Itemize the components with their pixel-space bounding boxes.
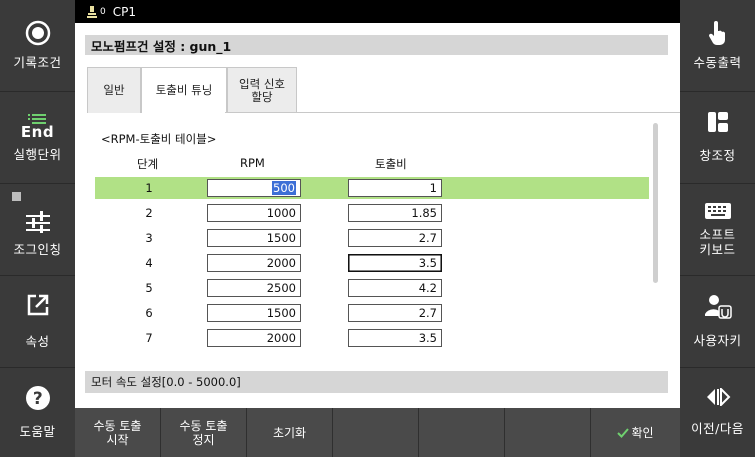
svg-text:?: ? — [32, 389, 42, 409]
user-key-label: 사용자키 — [693, 333, 742, 348]
status-bar: 모터 속도 설정[0.0 - 5000.0] — [85, 371, 668, 393]
row-step: 4 — [145, 256, 153, 270]
rpm-input[interactable]: 2000 — [207, 329, 301, 347]
keyboard-icon — [704, 202, 731, 219]
rpm-input[interactable]: 1500 — [207, 304, 301, 322]
ratio-input[interactable]: 3.5 — [348, 254, 442, 272]
ratio-input[interactable]: 2.7 — [348, 304, 442, 322]
window-adjust-label: 창조정 — [699, 148, 736, 163]
rpm-input[interactable]: 2000 — [207, 254, 301, 272]
column-ratio: 토출비 — [375, 157, 407, 171]
toggle-indicator — [12, 192, 21, 201]
window-layout-icon — [707, 112, 728, 132]
column-step: 단계 — [137, 157, 159, 171]
panel-title: 모노펌프건 설정 : gun_1 — [85, 35, 668, 55]
record-condition-button[interactable]: 기록조건 — [0, 0, 75, 92]
soft-keyboard-label: 소프트 키보드 — [699, 226, 736, 257]
execution-unit-label: 실행단위 — [13, 146, 62, 162]
ratio-input[interactable]: 3.5 — [348, 329, 442, 347]
left-sidebar: 기록조건 End 실행단위 조그인칭 속성 ? 도움말 — [0, 0, 75, 457]
help-label: 도움말 — [19, 424, 56, 439]
table-row[interactable]: 3 1500 2.7 — [95, 227, 649, 249]
table-row[interactable]: 5 2500 4.2 — [95, 277, 649, 299]
external-link-icon — [27, 294, 48, 316]
right-sidebar: 수동출력 창조정 소프트 키보드 사용자키 이전/다음 — [680, 0, 755, 457]
row-step: 6 — [145, 306, 153, 320]
manual-discharge-start-button[interactable]: 수동 토출 시작 — [75, 408, 161, 457]
tab-bar: 일반 토출비 튜닝 입력 신호 할당 — [87, 67, 297, 113]
tab-general[interactable]: 일반 — [87, 67, 141, 113]
manual-output-label: 수동출력 — [693, 55, 742, 70]
ratio-input[interactable]: 1.85 — [348, 204, 442, 222]
settings-panel: 모노펌프건 설정 : gun_1 일반 토출비 튜닝 입력 신호 할당 <RPM… — [75, 23, 680, 408]
row-step: 3 — [145, 231, 153, 245]
table-scrollbar[interactable] — [650, 121, 660, 349]
ratio-input[interactable]: 1 — [348, 179, 442, 197]
jog-inching-label: 조그인칭 — [13, 242, 62, 257]
soft-keyboard-button[interactable]: 소프트 키보드 — [680, 184, 755, 276]
help-button[interactable]: ? 도움말 — [0, 368, 75, 457]
column-rpm: RPM — [240, 156, 265, 170]
ratio-input[interactable]: 2.7 — [348, 229, 442, 247]
scroll-thumb[interactable] — [653, 123, 658, 283]
properties-button[interactable]: 속성 — [0, 276, 75, 368]
reset-button[interactable]: 초기화 — [247, 408, 333, 457]
empty-slot-3 — [505, 408, 591, 457]
selected-value: 500 — [272, 181, 296, 195]
jog-inching-button[interactable]: 조그인칭 — [0, 184, 75, 276]
rpm-input[interactable]: 1000 — [207, 204, 301, 222]
status-strip: 0 CP1 — [75, 0, 680, 23]
rpm-input[interactable]: 1500 — [207, 229, 301, 247]
robot-status-icon — [87, 5, 97, 18]
bottom-bar: 수동 토출 시작 수동 토출 정지 초기화 확인 — [75, 408, 680, 457]
ratio-input[interactable]: 4.2 — [348, 279, 442, 297]
row-step: 5 — [145, 281, 153, 295]
help-icon: ? — [25, 386, 50, 410]
row-step: 1 — [145, 181, 153, 195]
table-row[interactable]: 6 1500 2.7 — [95, 302, 649, 324]
table-title: <RPM-토출비 테이블> — [101, 132, 217, 146]
tab-discharge-tuning[interactable]: 토출비 튜닝 — [141, 67, 227, 113]
row-step: 7 — [145, 331, 153, 345]
controller-index: 0 — [100, 6, 106, 17]
manual-output-button[interactable]: 수동출력 — [680, 0, 755, 92]
table-row[interactable]: 7 2000 3.5 — [95, 327, 649, 349]
confirm-button[interactable]: 확인 — [591, 408, 680, 457]
row-step: 2 — [145, 206, 153, 220]
table-row[interactable]: 2 1000 1.85 — [95, 202, 649, 224]
end-icon: End — [21, 113, 54, 140]
window-adjust-button[interactable]: 창조정 — [680, 92, 755, 184]
tab-divider — [225, 112, 680, 113]
table-row[interactable]: 1 500 1 — [95, 177, 649, 199]
sliders-icon — [25, 211, 50, 233]
rpm-input[interactable]: 2500 — [207, 279, 301, 297]
controller-indicator: 0 CP1 — [87, 5, 136, 19]
radio-circle-icon — [25, 20, 50, 46]
empty-slot-2 — [419, 408, 505, 457]
hand-pointer-icon — [708, 21, 725, 45]
rpm-input[interactable]: 500 — [207, 179, 301, 197]
check-icon — [617, 427, 630, 438]
user-key-icon — [704, 295, 732, 319]
execution-unit-button[interactable]: End 실행단위 — [0, 92, 75, 184]
prev-next-label: 이전/다음 — [691, 421, 744, 436]
controller-name: CP1 — [112, 4, 136, 19]
record-condition-label: 기록조건 — [13, 55, 62, 70]
user-key-button[interactable]: 사용자키 — [680, 276, 755, 368]
prev-next-button[interactable]: 이전/다음 — [680, 368, 755, 457]
empty-slot-1 — [333, 408, 419, 457]
tab-input-signal[interactable]: 입력 신호 할당 — [227, 67, 297, 113]
table-row[interactable]: 4 2000 3.5 — [95, 252, 649, 274]
properties-label: 속성 — [25, 334, 50, 349]
prev-next-icon — [706, 388, 730, 406]
manual-discharge-stop-button[interactable]: 수동 토출 정지 — [161, 408, 247, 457]
